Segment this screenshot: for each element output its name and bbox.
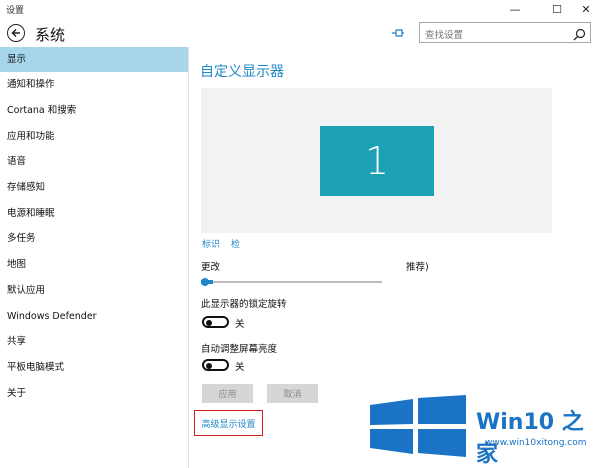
sidebar-item-about[interactable]: 关于	[0, 381, 188, 406]
pin-icon[interactable]	[391, 28, 407, 40]
back-button[interactable]	[7, 24, 25, 42]
sidebar: 显示 通知和操作 Cortana 和搜索 应用和功能 语音 存储感知 电源和睡眠…	[0, 47, 189, 468]
search-input[interactable]	[425, 27, 565, 44]
sidebar-item-notifications[interactable]: 通知和操作	[0, 72, 188, 97]
orientation-lock-toggle[interactable]	[202, 316, 229, 328]
sidebar-item-cortana[interactable]: Cortana 和搜索	[0, 98, 188, 123]
toggle-knob	[206, 320, 212, 326]
orientation-toggle-state: 关	[235, 319, 245, 330]
sidebar-item-maps[interactable]: 地图	[0, 252, 188, 277]
sidebar-item-defender[interactable]: Windows Defender	[0, 304, 188, 329]
watermark-url: www.win10xitong.com	[485, 438, 587, 448]
back-arrow-icon	[11, 28, 20, 38]
search-icon[interactable]	[573, 26, 586, 41]
page-title: 系统	[35, 26, 66, 44]
watermark-brand: Win10 之家	[476, 410, 584, 467]
minimize-button[interactable]: —	[501, 0, 529, 18]
windows-logo-watermark	[368, 395, 468, 461]
sidebar-item-power[interactable]: 电源和睡眠	[0, 201, 188, 226]
window-title: 设置	[6, 6, 25, 16]
close-button[interactable]: ✕	[572, 0, 600, 18]
sidebar-item-display[interactable]: 显示	[0, 47, 188, 72]
sidebar-item-multitasking[interactable]: 多任务	[0, 226, 188, 251]
scale-slider-track[interactable]	[201, 281, 382, 283]
maximize-button[interactable]: ☐	[543, 0, 571, 18]
identify-link[interactable]: 标识	[202, 237, 220, 250]
monitor-tile[interactable]: 1	[320, 126, 434, 196]
sidebar-item-apps[interactable]: 应用和功能	[0, 124, 188, 149]
sidebar-item-tablet-mode[interactable]: 平板电脑模式	[0, 355, 188, 380]
advanced-display-settings-link[interactable]: 高级显示设置	[194, 410, 263, 436]
sidebar-item-storage[interactable]: 存储感知	[0, 175, 188, 200]
toggle-knob	[206, 363, 212, 369]
scale-label: 更改	[201, 262, 221, 273]
search-box[interactable]	[419, 22, 591, 44]
scale-slider-thumb[interactable]	[201, 278, 209, 286]
auto-brightness-label: 自动调整屏幕亮度	[201, 344, 278, 355]
brightness-toggle-state: 关	[235, 362, 245, 373]
auto-brightness-toggle[interactable]	[202, 359, 229, 371]
sidebar-item-sharing[interactable]: 共享	[0, 329, 188, 354]
detect-link[interactable]: 检	[231, 237, 240, 250]
section-title: 自定义显示器	[200, 64, 284, 80]
cancel-button[interactable]: 取消	[267, 384, 318, 403]
sidebar-item-speech[interactable]: 语音	[0, 149, 188, 174]
apply-button[interactable]: 应用	[202, 384, 253, 403]
title-bar: 设置 — ☐ ✕	[0, 0, 600, 18]
sidebar-item-default-apps[interactable]: 默认应用	[0, 278, 188, 303]
orientation-lock-label: 此显示器的锁定旋转	[201, 299, 287, 310]
scale-recommended-text: 推荐)	[406, 262, 429, 273]
